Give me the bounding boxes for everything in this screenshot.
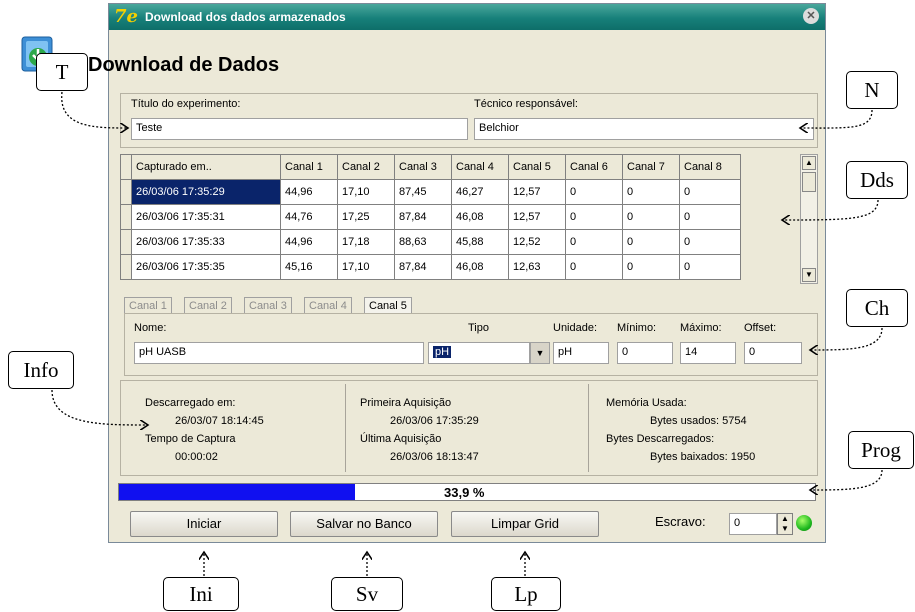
arrow-N	[800, 109, 873, 128]
arrow-Ch	[810, 327, 883, 350]
arrow-Dds	[782, 199, 879, 220]
arrow-Info	[51, 389, 148, 425]
arrow-Prog	[810, 469, 883, 490]
arrow-T	[61, 91, 128, 128]
callout-arrows	[51, 91, 883, 576]
